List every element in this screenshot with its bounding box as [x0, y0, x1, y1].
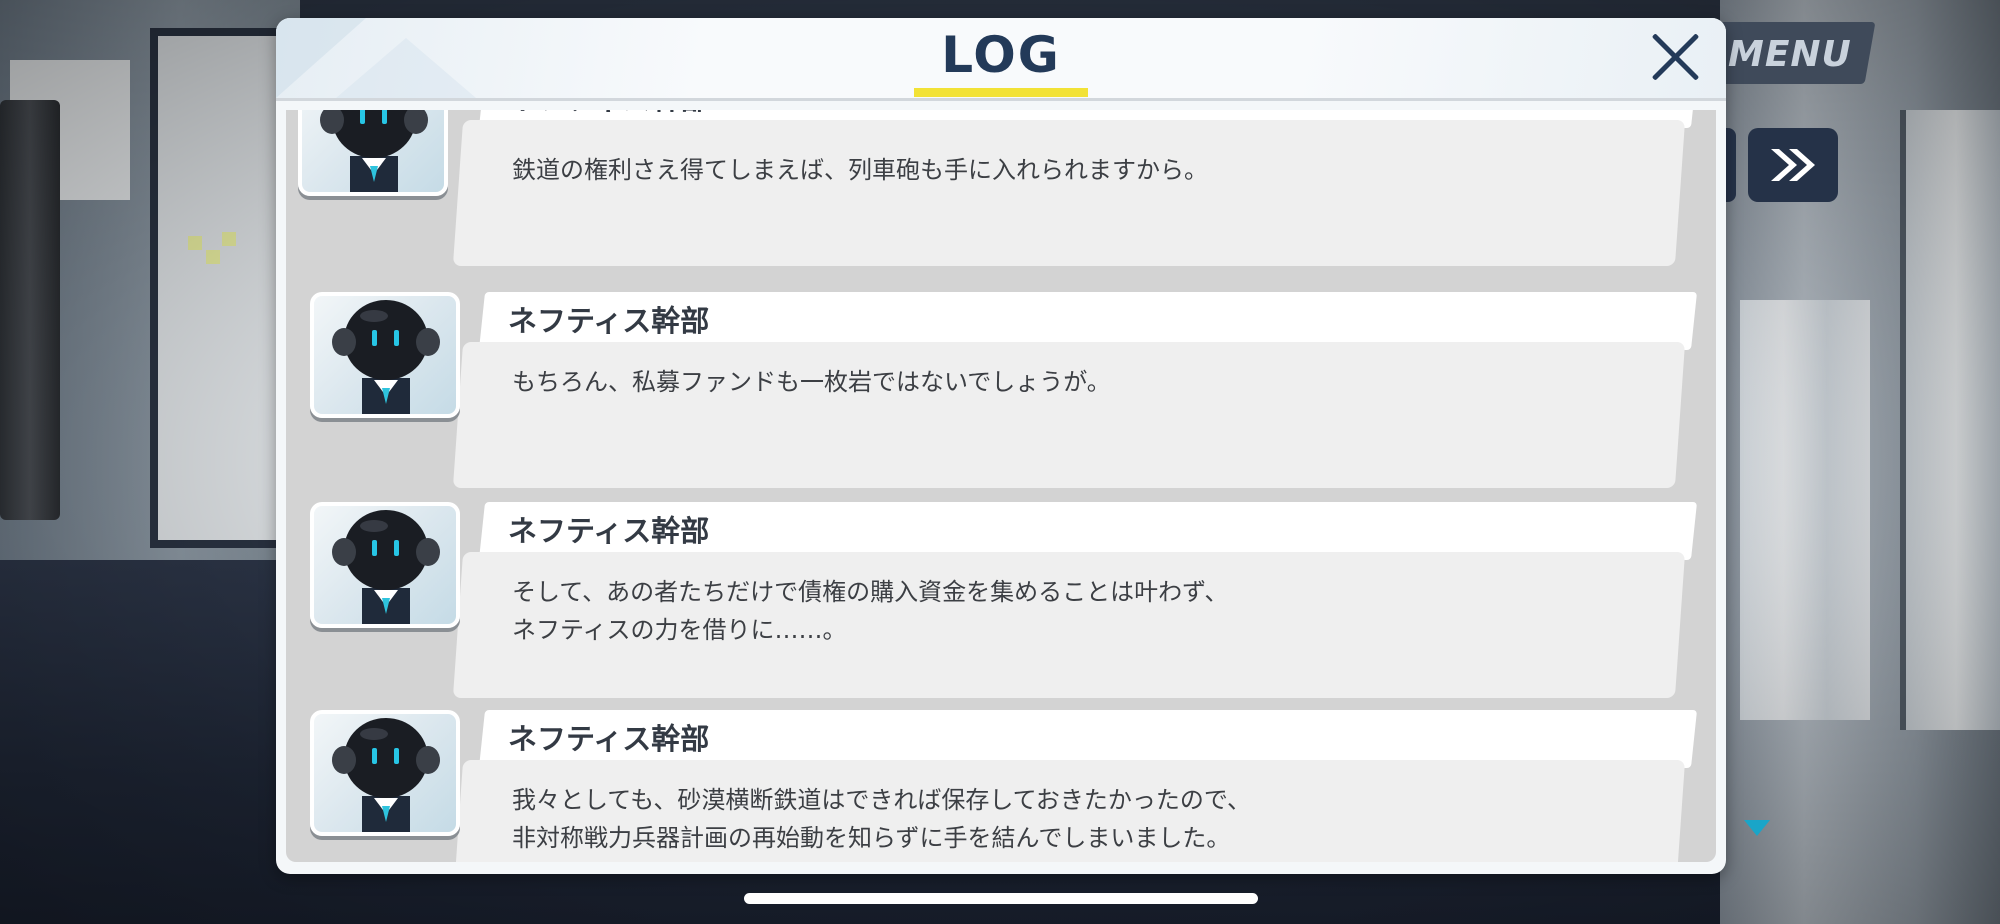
double-chevron-right-icon — [1771, 149, 1815, 181]
dialogue-line: ネフティスの力を借りに……。 — [512, 616, 847, 644]
robot-head-icon — [332, 718, 440, 832]
dialogue-line: 我々としても、砂漠横断鉄道はできれば保存しておきたかったので、 — [512, 786, 1251, 814]
log-entry: ネフティス幹部 そして、あの者たちだけで債権の購入資金を集めることは叶わず、 ネ… — [286, 502, 1716, 698]
log-window: LOG ネフティス幹部 鉄道の権利さえ得てしまえば、列車砲も手に入れられますから… — [276, 18, 1726, 874]
speaker-portrait — [310, 292, 460, 418]
log-list[interactable]: ネフティス幹部 鉄道の権利さえ得てしまえば、列車砲も手に入れられますから。 — [286, 110, 1716, 862]
speaker-portrait — [298, 110, 448, 196]
close-icon[interactable] — [1644, 28, 1706, 90]
robot-head-icon — [332, 510, 440, 624]
robot-head-icon — [332, 300, 440, 414]
title-underline — [914, 88, 1088, 97]
speaker-portrait — [310, 502, 460, 628]
home-indicator[interactable] — [744, 893, 1258, 904]
dialogue-line: もちろん、私募ファンドも一枚岩ではないでしょうが。 — [512, 368, 1111, 396]
speaker-name: ネフティス幹部 — [508, 110, 709, 118]
skip-button[interactable] — [1748, 128, 1838, 202]
speaker-name: ネフティス幹部 — [508, 514, 710, 548]
log-entry: ネフティス幹部 もちろん、私募ファンドも一枚岩ではないでしょうが。 — [286, 292, 1716, 488]
log-header: LOG — [276, 18, 1726, 101]
robot-head-icon — [320, 110, 428, 192]
dialogue-bubble — [452, 120, 1686, 266]
dialogue-line: 非対称戦力兵器計画の再始動を知らずに手を結んでしまいました。 — [512, 824, 1231, 852]
header-divider — [276, 98, 1726, 101]
log-title: LOG — [941, 26, 1061, 84]
speaker-name: ネフティス幹部 — [508, 722, 710, 756]
log-entry: ネフティス幹部 鉄道の権利さえ得てしまえば、列車砲も手に入れられますから。 — [286, 110, 1716, 266]
dialogue-line: 鉄道の権利さえ得てしまえば、列車砲も手に入れられますから。 — [512, 156, 1208, 184]
menu-label[interactable]: MENU — [1728, 34, 1852, 75]
log-entry: ネフティス幹部 我々としても、砂漠横断鉄道はできれば保存しておきたかったので、 … — [286, 710, 1716, 862]
speaker-portrait — [310, 710, 460, 836]
dialogue-line: そして、あの者たちだけで債権の購入資金を集めることは叶わず、 — [512, 578, 1229, 606]
scroll-down-indicator-icon — [1744, 820, 1770, 836]
speaker-name: ネフティス幹部 — [508, 304, 710, 338]
